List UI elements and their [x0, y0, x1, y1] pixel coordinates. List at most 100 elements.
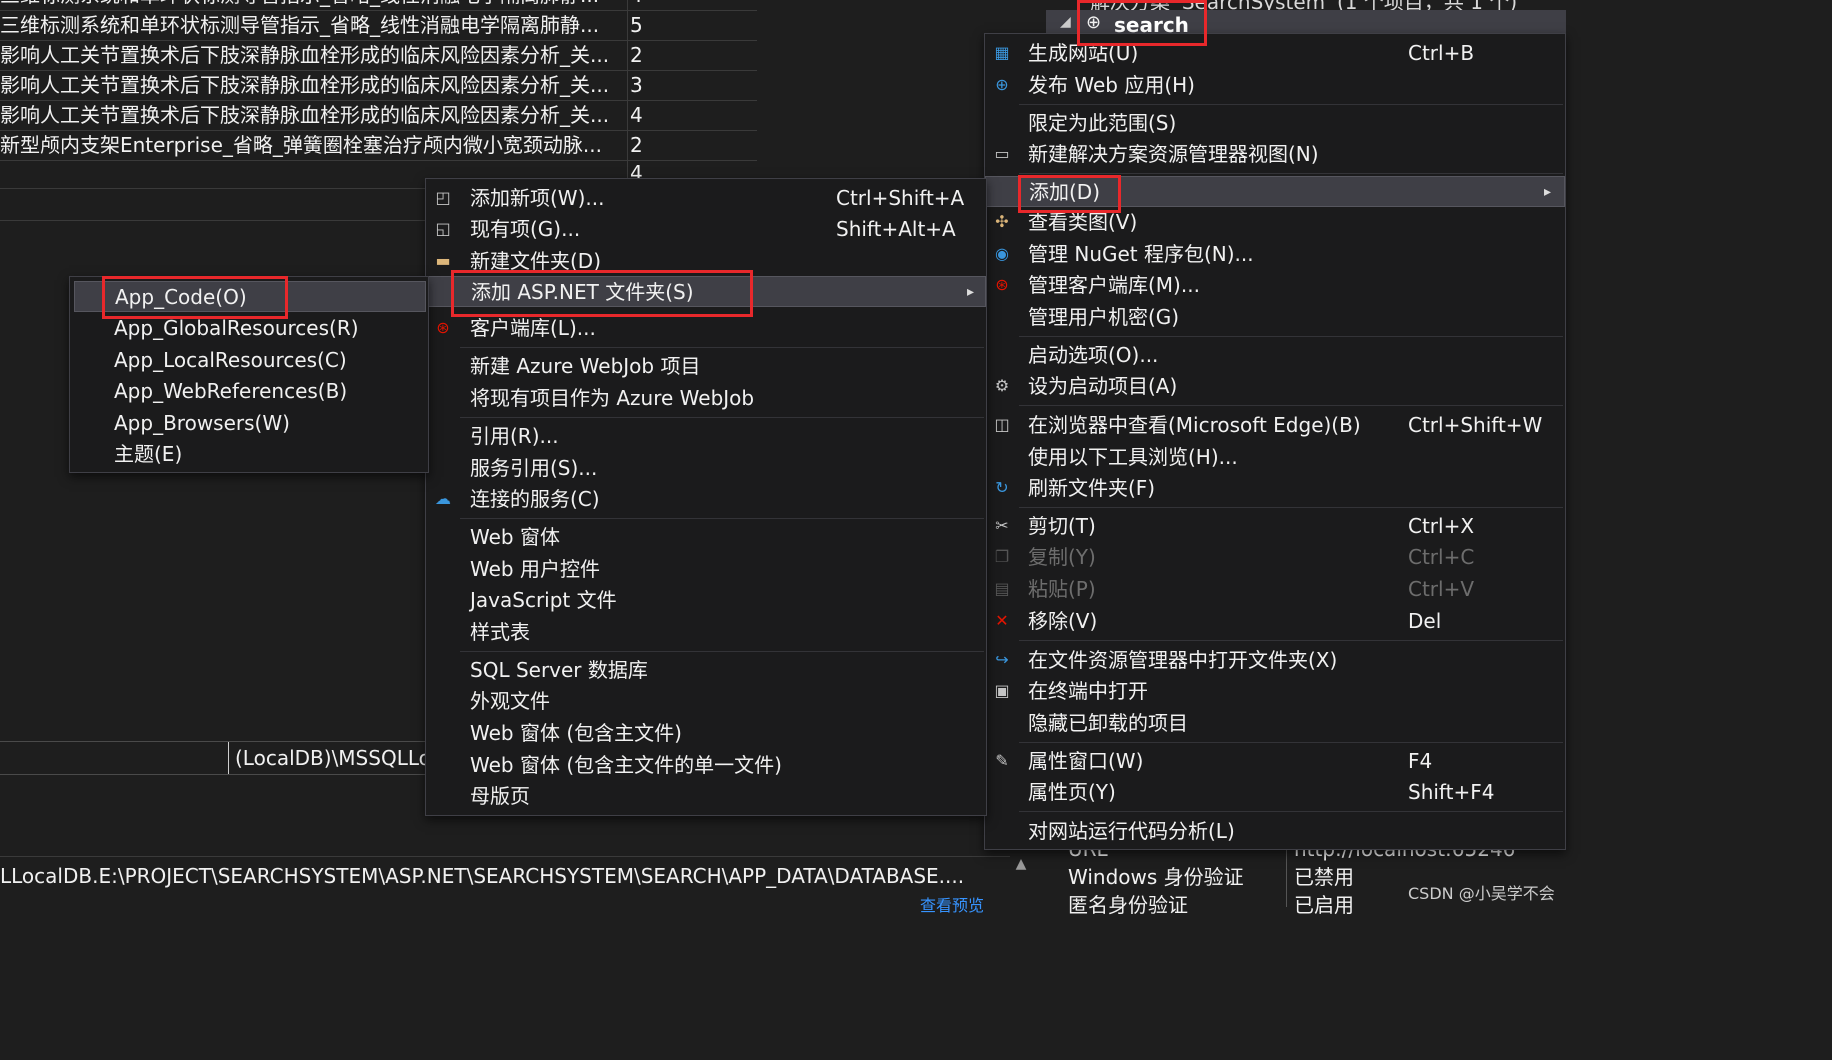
grid-cell-title: 三维标测系统和单环状标测导管指示_省略_线性消融电学隔离肺静... — [0, 0, 625, 10]
divider — [0, 220, 430, 221]
menu-item-label: 将现有项目作为 Azure WebJob — [470, 386, 755, 410]
menu-item-sql-database[interactable]: SQL Server 数据库 — [426, 655, 986, 686]
menu-item-existing-item[interactable]: ◱ 现有项(G)... Shift+Alt+A — [426, 214, 986, 245]
class-diagram-icon: ✣ — [995, 212, 1009, 231]
menu-item-web-form-master[interactable]: Web 窗体 (包含主文件) — [426, 718, 986, 749]
menu-item-manage-client-libs[interactable]: ⊛ 管理客户端库(M)... — [985, 270, 1565, 301]
menu-item-web-form[interactable]: Web 窗体 — [426, 522, 986, 553]
menu-item-label: 添加 ASP.NET 文件夹(S) — [471, 280, 694, 304]
menu-item-shortcut: Ctrl+X — [1408, 514, 1475, 538]
wrench-icon: ✎ — [995, 751, 1009, 770]
menu-item-new-folder[interactable]: ▬ 新建文件夹(D) — [426, 246, 986, 277]
menu-item-label: 查看类图(V) — [1028, 210, 1138, 234]
menu-item-label: App_Browsers(W) — [114, 411, 290, 435]
client-lib-icon: ⊛ — [436, 318, 450, 337]
grid-cell-num: 2 — [630, 133, 643, 157]
menu-item-set-startup[interactable]: ⚙ 设为启动项目(A) — [985, 371, 1565, 402]
menu-item-label: 新建 Azure WebJob 项目 — [470, 354, 701, 378]
grid-cell-num: 3 — [630, 73, 643, 97]
menu-item-build-website[interactable]: ▦ 生成网站(U) Ctrl+B — [985, 38, 1565, 69]
menu-item-add-new-item[interactable]: ◰ 添加新项(W)... Ctrl+Shift+A — [426, 183, 986, 214]
menu-item-shortcut: Ctrl+Shift+A — [836, 186, 965, 210]
menu-item-run-code-analysis[interactable]: 对网站运行代码分析(L) — [985, 816, 1565, 847]
table-row[interactable]: 新型颅内支架Enterprise_省略_弹簧圈栓塞治疗颅内微小宽颈动脉... 2 — [0, 130, 757, 161]
preview-link[interactable]: 查看预览 — [920, 892, 984, 916]
menu-item-app-code[interactable]: App_Code(O) — [74, 281, 426, 312]
connection-string[interactable]: (LocalDB)\MSSQLLocalDB — [228, 742, 435, 774]
menu-item-web-form-master-single[interactable]: Web 窗体 (包含主文件的单一文件) — [426, 750, 986, 781]
menu-item-connected-service[interactable]: ☁ 连接的服务(C) — [426, 484, 986, 515]
menu-item-label: Web 用户控件 — [470, 557, 600, 581]
menu-item-client-library[interactable]: ⊛ 客户端库(L)... — [426, 313, 986, 344]
menu-item-web-user-control[interactable]: Web 用户控件 — [426, 554, 986, 585]
menu-item-copy[interactable]: ❐ 复制(Y) Ctrl+C — [985, 542, 1565, 573]
grid-cell-title: 新型颅内支架Enterprise_省略_弹簧圈栓塞治疗颅内微小宽颈动脉... — [0, 133, 602, 157]
menu-item-shortcut: Ctrl+V — [1408, 577, 1475, 601]
menu-item-startup-options[interactable]: 启动选项(O)... — [985, 340, 1565, 371]
menu-item-publish-web[interactable]: ⊕ 发布 Web 应用(H) — [985, 70, 1565, 101]
connection-bar: (LocalDB)\MSSQLLocalDB — [0, 741, 435, 775]
property-name: Windows 身份验证 — [1068, 865, 1244, 889]
table-row[interactable]: 影响人工关节置换术后下肢深静脉血栓形成的临床风险因素分析_关... 2 — [0, 40, 757, 71]
menu-item-skin-file[interactable]: 外观文件 — [426, 686, 986, 717]
menu-item-browse-with[interactable]: 使用以下工具浏览(H)... — [985, 442, 1565, 473]
menu-item-manage-nuget[interactable]: ◉ 管理 NuGet 程序包(N)... — [985, 239, 1565, 270]
menu-item-shortcut: Del — [1408, 609, 1442, 633]
table-row[interactable]: 影响人工关节置换术后下肢深静脉血栓形成的临床风险因素分析_关... 4 — [0, 100, 757, 131]
menu-item-label: App_GlobalResources(R) — [114, 316, 359, 340]
menu-item-service-reference[interactable]: 服务引用(S)... — [426, 453, 986, 484]
copy-icon: ❐ — [994, 547, 1010, 566]
menu-item-existing-as-webjob[interactable]: 将现有项目作为 Azure WebJob — [426, 383, 986, 414]
menu-item-refresh-folder[interactable]: ↻ 刷新文件夹(F) — [985, 473, 1565, 504]
menu-item-cut[interactable]: ✂ 剪切(T) Ctrl+X — [985, 511, 1565, 542]
menu-item-app-globalresources[interactable]: App_GlobalResources(R) — [70, 313, 428, 344]
menu-item-label: 隐藏已卸载的项目 — [1028, 711, 1188, 735]
menu-item-remove[interactable]: ✕ 移除(V) Del — [985, 606, 1565, 637]
existing-item-icon: ◱ — [435, 219, 451, 238]
menu-item-paste[interactable]: ▤ 粘贴(P) Ctrl+V — [985, 574, 1565, 605]
menu-item-new-explorer-view[interactable]: ▭ 新建解决方案资源管理器视图(N) — [985, 139, 1565, 170]
grid-cell-title: 三维标测系统和单环状标测导管指示_省略_线性消融电学隔离肺静... — [0, 13, 600, 37]
menu-item-label: 添加新项(W)... — [470, 186, 605, 210]
menu-item-app-webreferences[interactable]: App_WebReferences(B) — [70, 376, 428, 407]
menu-separator — [1019, 811, 1563, 812]
menu-item-add-aspnet-folder[interactable]: 添加 ASP.NET 文件夹(S) ▸ — [426, 276, 986, 307]
table-row[interactable]: 影响人工关节置换术后下肢深静脉血栓形成的临床风险因素分析_关... 3 — [0, 70, 757, 101]
terminal-icon: ▣ — [994, 681, 1010, 700]
menu-item-reference[interactable]: 引用(R)... — [426, 421, 986, 452]
menu-item-app-browsers[interactable]: App_Browsers(W) — [70, 408, 428, 439]
menu-item-open-in-terminal[interactable]: ▣ 在终端中打开 — [985, 676, 1565, 707]
menu-item-view-in-browser[interactable]: ◫ 在浏览器中查看(Microsoft Edge)(B) Ctrl+Shift+… — [985, 410, 1565, 441]
menu-item-scope-to-this[interactable]: 限定为此范围(S) — [985, 108, 1565, 139]
menu-item-label: 移除(V) — [1028, 609, 1098, 633]
menu-item-add[interactable]: 添加(D) ▸ — [985, 176, 1565, 207]
menu-item-properties-window[interactable]: ✎ 属性窗口(W) F4 — [985, 746, 1565, 777]
refresh-icon: ↻ — [995, 478, 1009, 497]
menu-item-stylesheet[interactable]: 样式表 — [426, 617, 986, 648]
menu-item-shortcut: Shift+F4 — [1408, 780, 1495, 804]
menu-item-label: 对网站运行代码分析(L) — [1028, 819, 1235, 843]
scroll-up-icon[interactable]: ▲ — [1012, 856, 1030, 876]
globe-icon: ⊕ — [995, 75, 1009, 94]
submenu-arrow-icon: ▸ — [1544, 184, 1552, 200]
menu-item-new-azure-webjob[interactable]: 新建 Azure WebJob 项目 — [426, 351, 986, 382]
paste-icon: ▤ — [994, 579, 1010, 598]
menu-item-label: Web 窗体 (包含主文件的单一文件) — [470, 753, 782, 777]
menu-item-label: 连接的服务(C) — [470, 487, 600, 511]
menu-item-master-page[interactable]: 母版页 — [426, 781, 986, 812]
menu-item-shortcut: Ctrl+Shift+W — [1408, 413, 1543, 437]
menu-item-javascript-file[interactable]: JavaScript 文件 — [426, 585, 986, 616]
open-folder-icon: ↪ — [995, 650, 1009, 669]
menu-item-label: SQL Server 数据库 — [470, 658, 648, 682]
menu-item-hide-unloaded[interactable]: 隐藏已卸载的项目 — [985, 708, 1565, 739]
menu-item-theme[interactable]: 主题(E) — [70, 439, 428, 470]
menu-item-view-class-diagram[interactable]: ✣ 查看类图(V) — [985, 207, 1565, 238]
expand-arrow-icon[interactable]: ◢ — [1060, 14, 1071, 30]
menu-item-manage-user-secrets[interactable]: 管理用户机密(G) — [985, 302, 1565, 333]
grid-cell-title: 影响人工关节置换术后下肢深静脉血栓形成的临床风险因素分析_关... — [0, 43, 610, 67]
menu-item-open-in-explorer[interactable]: ↪ 在文件资源管理器中打开文件夹(X) — [985, 645, 1565, 676]
menu-item-property-pages[interactable]: 属性页(Y) Shift+F4 — [985, 777, 1565, 808]
menu-item-app-localresources[interactable]: App_LocalResources(C) — [70, 345, 428, 376]
menu-item-label: 新建解决方案资源管理器视图(N) — [1028, 142, 1319, 166]
table-row[interactable]: 三维标测系统和单环状标测导管指示_省略_线性消融电学隔离肺静... 5 — [0, 10, 757, 41]
